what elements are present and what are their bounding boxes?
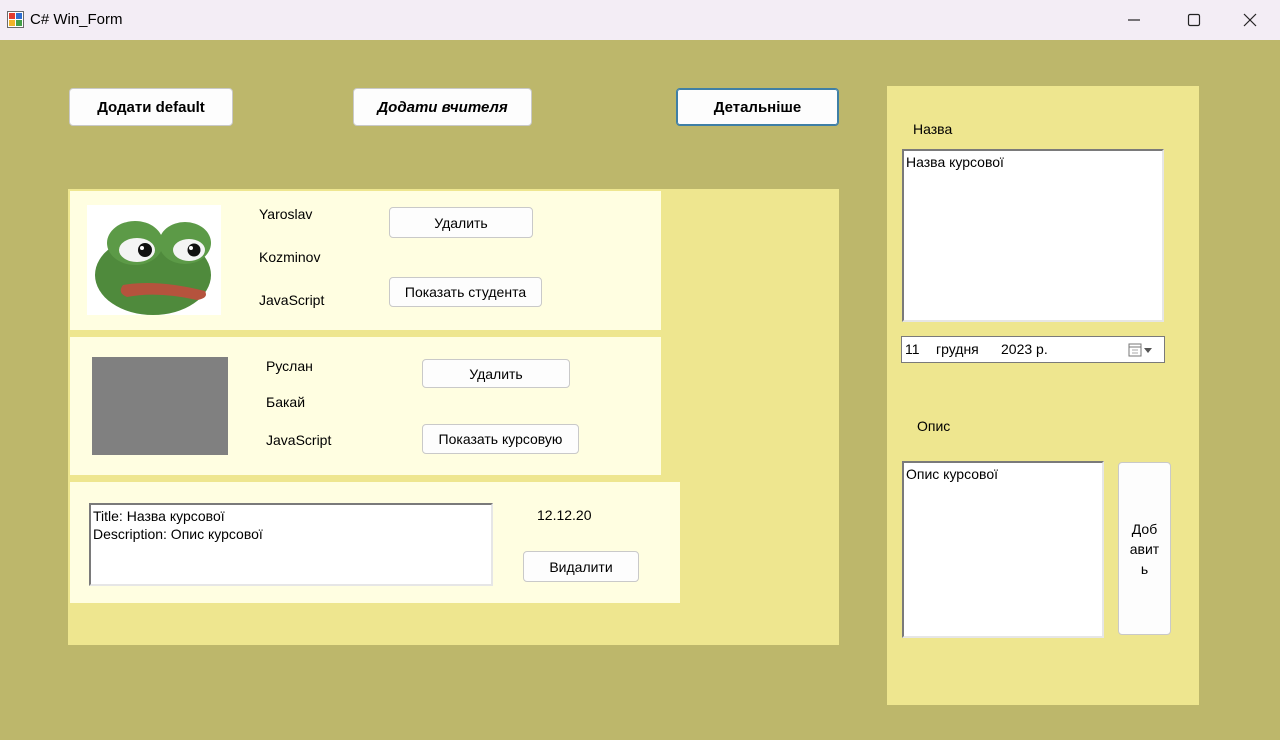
show-coursework-button[interactable]: Показать курсовую	[422, 424, 579, 454]
name-label: Назва	[913, 121, 953, 137]
side-panel: Назва Назва курсової 11 грудня 2023 р. О…	[887, 86, 1199, 705]
app-icon	[7, 11, 24, 28]
language-label: JavaScript	[259, 292, 325, 308]
avatar	[87, 205, 221, 315]
coursework-date: 12.12.20	[537, 507, 592, 523]
calendar-icon[interactable]	[1127, 342, 1157, 359]
frog-icon	[95, 221, 211, 315]
description-label: Опис	[917, 418, 951, 434]
date-month: грудня	[936, 341, 979, 357]
coursework-textbox[interactable]: Title: Назва курсової Description: Опис …	[89, 503, 493, 586]
last-name-label: Бакай	[266, 394, 306, 410]
student-card: Руслан Бакай JavaScript Удалить Показать…	[70, 337, 661, 475]
date-picker[interactable]: 11 грудня 2023 р.	[901, 336, 1165, 363]
delete-coursework-button[interactable]: Видалити	[523, 551, 639, 582]
student-card: Yaroslav Kozminov JavaScript Удалить Пок…	[70, 191, 661, 330]
title-bar: C# Win_Form	[0, 0, 1280, 40]
close-icon	[1243, 13, 1257, 27]
window-title: C# Win_Form	[30, 11, 123, 28]
coursework-card: Title: Назва курсової Description: Опис …	[70, 482, 680, 603]
show-student-button[interactable]: Показать студента	[389, 277, 542, 307]
maximize-button[interactable]	[1166, 0, 1222, 40]
details-button[interactable]: Детальніше	[676, 88, 839, 126]
avatar	[92, 357, 228, 455]
date-day: 11	[905, 341, 920, 357]
date-year: 2023 р.	[1001, 341, 1048, 357]
add-default-button[interactable]: Додати default	[69, 88, 233, 126]
language-label: JavaScript	[266, 432, 332, 448]
minimize-icon	[1128, 19, 1140, 21]
add-button[interactable]: Доб авит ь	[1118, 462, 1171, 635]
delete-button[interactable]: Удалить	[422, 359, 570, 388]
description-textbox[interactable]: Опис курсової	[902, 461, 1104, 638]
delete-button[interactable]: Удалить	[389, 207, 533, 238]
close-button[interactable]	[1222, 0, 1278, 40]
first-name-label: Yaroslav	[259, 206, 313, 222]
last-name-label: Kozminov	[259, 249, 321, 265]
first-name-label: Руслан	[266, 358, 313, 374]
minimize-button[interactable]	[1106, 0, 1162, 40]
add-teacher-button[interactable]: Додати вчителя	[353, 88, 532, 126]
name-textbox[interactable]: Назва курсової	[902, 149, 1164, 322]
maximize-icon	[1187, 13, 1201, 27]
